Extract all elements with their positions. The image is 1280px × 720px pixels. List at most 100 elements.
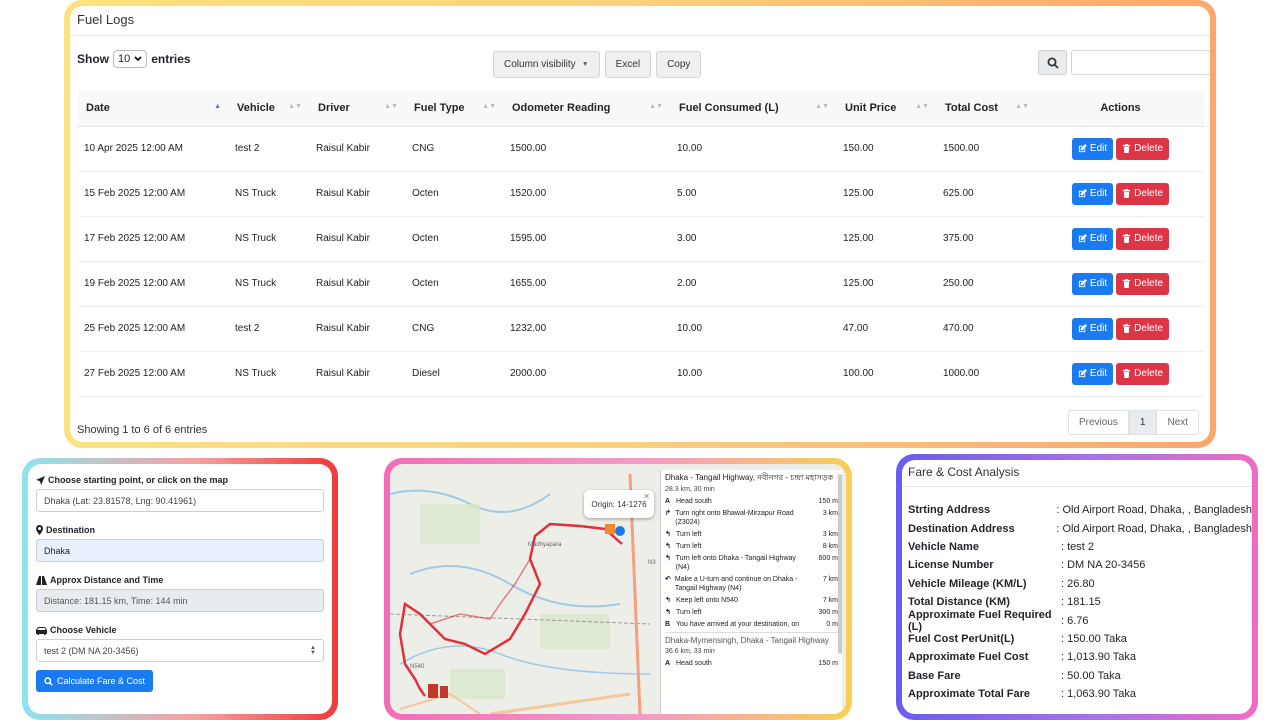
edit-label: Edit bbox=[1089, 368, 1108, 379]
directions-panel[interactable]: Dhaka - Tangail Highway, নবীনগর - চন্দ্র… bbox=[660, 470, 842, 714]
edit-button[interactable]: Edit bbox=[1071, 182, 1114, 205]
fare-row-value: : 150.00 Taka bbox=[1061, 632, 1127, 645]
delete-button[interactable]: Delete bbox=[1116, 317, 1170, 340]
road-icon bbox=[36, 575, 47, 585]
start-point-label: Choose starting point, or click on the m… bbox=[36, 475, 324, 485]
direction-step: B You have arrived at your destination, o… bbox=[665, 620, 838, 629]
step-text: Keep left onto N540 bbox=[676, 597, 738, 604]
cell-unit-price: 47.00 bbox=[837, 306, 937, 352]
col-total-cost[interactable]: Total Cost ▲▼ bbox=[937, 91, 1037, 127]
cell-actions: Edit Delete bbox=[1037, 306, 1204, 352]
cell-odometer: 1500.00 bbox=[504, 126, 671, 172]
edit-icon bbox=[1078, 234, 1087, 243]
previous-page-button[interactable]: Previous bbox=[1068, 410, 1129, 435]
fuel-logs-card: Fuel Logs Show 10 entries Column visibil… bbox=[70, 6, 1210, 442]
route-title: Dhaka - Tangail Highway, নবীনগর - চন্দ্র… bbox=[665, 473, 834, 482]
edit-button[interactable]: Edit bbox=[1071, 317, 1114, 340]
vehicle-select[interactable]: test 2 (DM NA 20-3456) ▲ ▼ bbox=[36, 639, 324, 662]
edit-button[interactable]: Edit bbox=[1071, 137, 1114, 160]
col-date-label: Date bbox=[86, 102, 110, 115]
cell-fuel-type: Diesel bbox=[406, 351, 504, 397]
fare-row: Fuel Cost PerUnit(L) : 150.00 Taka bbox=[908, 630, 1252, 648]
cell-fuel-type: CNG bbox=[406, 306, 504, 352]
destination-input[interactable]: Dhaka bbox=[36, 539, 324, 562]
route-summary: 28.3 km, 30 min bbox=[665, 486, 715, 493]
delete-button[interactable]: Delete bbox=[1116, 182, 1170, 205]
edit-button[interactable]: Edit bbox=[1071, 272, 1114, 295]
delete-button[interactable]: Delete bbox=[1116, 227, 1170, 250]
fare-row-value: : DM NA 20-3456 bbox=[1061, 559, 1146, 572]
fare-row-value: : test 2 bbox=[1061, 540, 1095, 553]
excel-button[interactable]: Excel bbox=[604, 51, 652, 78]
sort-icon: ▲▼ bbox=[815, 103, 829, 110]
edit-icon bbox=[1078, 324, 1087, 333]
chevron-down-icon bbox=[134, 56, 142, 62]
page-1-button[interactable]: 1 bbox=[1128, 410, 1157, 435]
delete-button[interactable]: Delete bbox=[1116, 362, 1170, 385]
cell-vehicle: test 2 bbox=[229, 126, 310, 172]
export-buttons: Column visibility ▼ Excel Copy bbox=[493, 51, 702, 78]
caret-down-icon: ▼ bbox=[581, 61, 589, 68]
col-driver-label: Driver bbox=[318, 102, 350, 115]
entries-value: 10 bbox=[118, 53, 131, 65]
panel-scrollbar[interactable] bbox=[838, 474, 842, 654]
fare-row-label: Total Distance (KM) bbox=[908, 596, 1010, 609]
search-button[interactable] bbox=[1038, 50, 1067, 75]
col-date[interactable]: Date ▲ bbox=[78, 91, 229, 127]
cell-fuel-type: Octen bbox=[406, 216, 504, 262]
col-unit-price[interactable]: Unit Price ▲▼ bbox=[837, 91, 937, 127]
table-search bbox=[1038, 50, 1210, 75]
col-fuel-consumed[interactable]: Fuel Consumed (L) ▲▼ bbox=[671, 91, 837, 127]
fare-row: Approximate Total Fare: 1,063.90 Taka bbox=[908, 685, 1252, 703]
col-actions: Actions bbox=[1037, 91, 1204, 127]
cell-actions: Edit Delete bbox=[1037, 126, 1204, 172]
edit-label: Edit bbox=[1089, 323, 1108, 334]
delete-button[interactable]: Delete bbox=[1116, 272, 1170, 295]
table-body: 10 Apr 2025 12:00 AM test 2 Raisul Kabir CN… bbox=[78, 126, 1204, 397]
col-fuel-type[interactable]: Fuel Type ▲▼ bbox=[406, 91, 504, 127]
fare-row: Destination Address: Old Airport Road, D… bbox=[908, 519, 1252, 537]
col-vehicle[interactable]: Vehicle ▲▼ bbox=[229, 91, 310, 127]
calculate-fare-button[interactable]: Calculate Fare & Cost bbox=[36, 670, 154, 692]
step-distance: 300 m bbox=[818, 609, 838, 616]
cell-actions: Edit Delete bbox=[1037, 216, 1204, 262]
distance-label: Approx Distance and Time bbox=[36, 575, 324, 585]
cell-consumed: 5.00 bbox=[671, 171, 837, 217]
direction-step: A Head south 150 m bbox=[665, 497, 838, 506]
copy-button[interactable]: Copy bbox=[656, 51, 702, 78]
fare-analysis-list: Strting Address: Old Airport Road, Dhaka… bbox=[902, 487, 1252, 703]
cell-odometer: 2000.00 bbox=[504, 351, 671, 397]
vehicle-label: Choose Vehicle bbox=[36, 625, 324, 635]
table-toolbar: Show 10 entries Column visibility ▼ Exce… bbox=[70, 36, 1210, 92]
search-input[interactable] bbox=[1071, 50, 1210, 75]
route-map[interactable]: Madhyapara N3 N540 Origin: 14-1276 ✕ Dha… bbox=[390, 464, 846, 714]
column-visibility-button[interactable]: Column visibility ▼ bbox=[493, 51, 600, 78]
col-odometer-label: Odometer Reading bbox=[512, 102, 611, 115]
edit-button[interactable]: Edit bbox=[1071, 227, 1114, 250]
distance-time-field: Distance: 181.15 km, Time: 144 min bbox=[36, 589, 324, 612]
edit-icon bbox=[1078, 279, 1087, 288]
edit-button[interactable]: Edit bbox=[1071, 362, 1114, 385]
direction-steps: A Head south 150 m ↱ Turn right onto Bhawal-… bbox=[665, 497, 838, 629]
col-driver[interactable]: Driver ▲▼ bbox=[310, 91, 406, 127]
cell-consumed: 10.00 bbox=[671, 351, 837, 397]
col-odometer[interactable]: Odometer Reading ▲▼ bbox=[504, 91, 671, 127]
fare-row-label: Fuel Cost PerUnit(L) bbox=[908, 632, 1015, 645]
show-entries: Show 10 entries bbox=[77, 50, 191, 68]
show-label: Show bbox=[77, 52, 109, 66]
next-page-button[interactable]: Next bbox=[1156, 410, 1200, 435]
cell-consumed: 10.00 bbox=[671, 306, 837, 352]
start-point-input[interactable]: Dhaka (Lat: 23.81578, Lng: 90.41961) bbox=[36, 489, 324, 512]
close-icon[interactable]: ✕ bbox=[643, 492, 650, 501]
map-label-n3: N3 bbox=[648, 560, 656, 566]
cell-total: 1000.00 bbox=[937, 351, 1037, 397]
alt-route-title[interactable]: Dhaka-Mymensingh, Dhaka - Tangail Highwa… bbox=[665, 632, 838, 645]
step-text: Turn left onto Dhaka - Tangail Highway (… bbox=[675, 555, 796, 571]
cell-total: 625.00 bbox=[937, 171, 1037, 217]
alt-route-summary: 36.6 km, 33 min bbox=[665, 648, 715, 655]
entries-select[interactable]: 10 bbox=[113, 50, 148, 68]
delete-button[interactable]: Delete bbox=[1116, 137, 1170, 160]
fare-analysis-frame: Fare & Cost Analysis Strting Address: Ol… bbox=[896, 454, 1258, 720]
col-vehicle-label: Vehicle bbox=[237, 102, 275, 115]
cell-vehicle: NS Truck bbox=[229, 216, 310, 262]
